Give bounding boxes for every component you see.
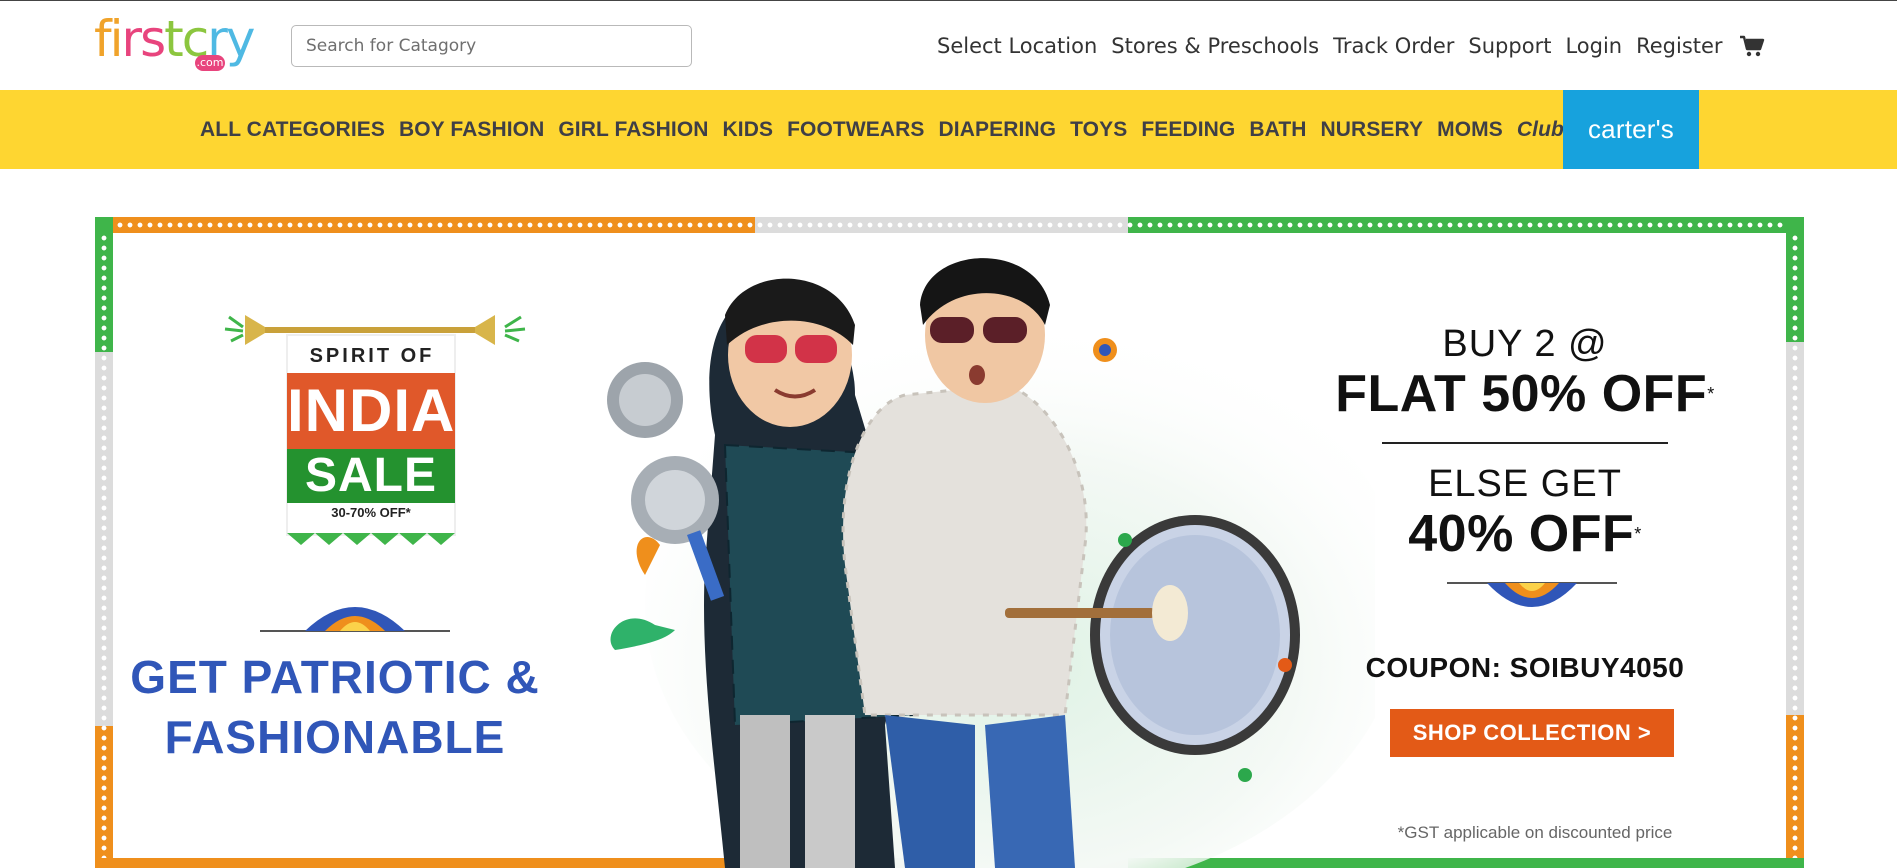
category-boy-fashion[interactable]: BOY FASHION [399, 118, 544, 142]
search-input[interactable] [291, 25, 692, 67]
patriotic-tagline: GET PATRIOTIC & FASHIONABLE [125, 647, 545, 767]
badge-india-text: INDIA [287, 373, 455, 449]
category-nursery[interactable]: NURSERY [1321, 118, 1424, 142]
nav-register[interactable]: Register [1636, 34, 1722, 58]
spirit-of-india-badge: SPIRIT OF INDIA SALE 30-70% OFF* [205, 305, 545, 545]
logo-wordmark: firstcry [94, 10, 256, 68]
tagline-line-2: FASHIONABLE [164, 711, 506, 763]
club-link[interactable]: Club [1517, 118, 1564, 142]
category-all[interactable]: ALL CATEGORIES [200, 118, 385, 142]
category-footwears[interactable]: FOOTWEARS [787, 118, 924, 142]
nav-support[interactable]: Support [1468, 34, 1551, 58]
fan-ornament-icon [260, 607, 450, 632]
logo-com-badge: .com [195, 55, 225, 71]
offer-buy-text: BUY 2 @ [1442, 323, 1608, 365]
category-feeding[interactable]: FEEDING [1141, 118, 1235, 142]
logo-letter: f [94, 10, 112, 68]
hero-banner[interactable]: SPIRIT OF INDIA SALE 30-70% OFF* GET PAT… [95, 217, 1804, 868]
kids-hero-image [607, 258, 1375, 868]
offer-asterisk: * [1707, 384, 1715, 404]
logo-letter: i [109, 10, 124, 68]
fan-ornament-icon [1447, 582, 1617, 607]
offer-divider [1382, 442, 1668, 444]
category-kids[interactable]: KIDS [723, 118, 774, 142]
category-bar: ALL CATEGORIES BOY FASHION GIRL FASHION … [0, 90, 1897, 169]
tagline-line-1: GET PATRIOTIC & [130, 651, 540, 703]
badge-sale-text: SALE [287, 449, 455, 503]
nav-select-location[interactable]: Select Location [937, 34, 1097, 58]
coupon-code: COUPON: SOIBUY4050 [1365, 652, 1685, 683]
top-nav: Select Location Stores & Preschools Trac… [937, 31, 1765, 61]
offer-40-text: 40% OFF* [1305, 506, 1745, 562]
logo-letter: t [164, 10, 184, 68]
shop-collection-button[interactable]: SHOP COLLECTION > [1390, 709, 1674, 757]
category-toys[interactable]: TOYS [1070, 118, 1127, 142]
nav-login[interactable]: Login [1565, 34, 1622, 58]
cart-icon[interactable] [1739, 34, 1765, 58]
offer-40-value: 40% OFF [1408, 505, 1635, 563]
nav-stores-preschools[interactable]: Stores & Preschools [1111, 34, 1319, 58]
category-moms[interactable]: MOMS [1437, 118, 1503, 142]
gst-disclaimer: *GST applicable on discounted price [1397, 823, 1673, 842]
offer-40-asterisk: * [1634, 524, 1642, 544]
category-bath[interactable]: BATH [1249, 118, 1306, 142]
logo-letter: r [121, 10, 143, 68]
carters-link[interactable]: carter's [1563, 90, 1699, 169]
offer-block: BUY 2 @ FLAT 50% OFF* ELSE GET 40% OFF* [1305, 322, 1745, 562]
offer-flat-text: FLAT 50% OFF* [1305, 366, 1745, 422]
offer-flat-value: FLAT 50% OFF [1335, 365, 1708, 423]
nav-track-order[interactable]: Track Order [1333, 34, 1454, 58]
category-nav: ALL CATEGORIES BOY FASHION GIRL FASHION … [200, 90, 1564, 169]
badge-discount-text: 30-70% OFF* [331, 505, 411, 520]
category-diapering[interactable]: DIAPERING [939, 118, 1057, 142]
site-header: firstcry .com Select Location Stores & P… [0, 1, 1897, 90]
offer-else-text: ELSE GET [1428, 463, 1622, 505]
firstcry-logo[interactable]: firstcry .com [94, 10, 256, 73]
category-girl-fashion[interactable]: GIRL FASHION [558, 118, 708, 142]
logo-letter: s [140, 10, 166, 68]
logo-letter: y [225, 10, 256, 68]
badge-spirit-text: SPIRIT OF [309, 345, 435, 367]
